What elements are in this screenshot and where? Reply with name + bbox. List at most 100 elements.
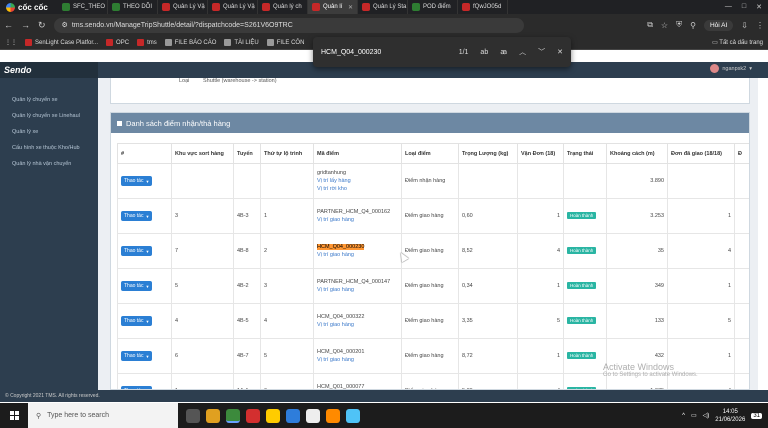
firefox-icon[interactable] [326, 408, 340, 423]
forward-icon[interactable]: → [21, 20, 30, 30]
table-header-row: # Khu vực sort hàng Tuyến Thứ tự lộ trình Mã… [117, 143, 749, 164]
notification-badge[interactable]: 31 [751, 412, 762, 419]
location-link[interactable]: Vị trí giao hàng [317, 217, 398, 223]
menu-icon[interactable]: ⋮ [756, 21, 764, 30]
start-button[interactable] [0, 403, 28, 428]
bookmark-item[interactable]: SenLight Case Platfor... [25, 39, 98, 46]
browser-tab[interactable]: Quản Lý Sta [358, 0, 408, 14]
status-cell: Hoàn thành [563, 198, 607, 234]
watermark-subtitle: Go to Settings to activate Windows. [603, 372, 698, 378]
bookmark-item[interactable]: OPC [106, 39, 129, 46]
sort-area-cell [171, 163, 234, 199]
action-dropdown-button[interactable]: Thao tác▼ [121, 316, 153, 326]
all-bookmarks-link[interactable]: ▭ Tất cả dấu trang [712, 39, 763, 46]
avatar [710, 64, 720, 73]
action-dropdown-button[interactable]: Thao tác▼ [121, 246, 153, 256]
user-menu[interactable]: nganpsk2 ▾ [710, 64, 752, 73]
volume-icon[interactable]: ◁) [703, 412, 710, 419]
browser-tab[interactable]: Quản Lý Vậ [208, 0, 258, 14]
download-icon[interactable]: ⇩ [741, 21, 748, 30]
status-badge: Hoàn thành [567, 212, 597, 219]
action-dropdown-button[interactable]: Thao tác▼ [121, 211, 153, 221]
tray-chevron-icon[interactable]: ^ [682, 413, 685, 419]
weight-cell: 3,35 [458, 303, 518, 339]
location-link[interactable]: Vị trí rời kho [317, 186, 398, 192]
action-dropdown-button[interactable]: Thao tác▼ [121, 281, 153, 291]
previous-match-icon[interactable]: ︿ [519, 47, 526, 57]
task-view-icon[interactable] [186, 408, 200, 423]
sendo-logo[interactable]: Sendo [4, 65, 32, 75]
apps-icon[interactable]: ⋮⋮ [5, 39, 17, 46]
wps-icon[interactable] [246, 408, 260, 423]
sidebar-item[interactable]: Quản lý xe [0, 124, 98, 140]
browser-tab[interactable]: Quản lí ✕ [308, 0, 358, 14]
browser-tab[interactable]: SFC_THEO D [58, 0, 108, 14]
network-icon[interactable]: ▭ [691, 412, 697, 419]
minimize-icon[interactable]: — [725, 3, 732, 11]
app-icon[interactable] [346, 408, 360, 423]
zalo-icon[interactable] [286, 408, 300, 423]
translate-icon[interactable]: ⧉ [647, 20, 653, 30]
point-code-cell: HCM_Q04_000230 Vị trí giao hàng [313, 233, 402, 269]
sidebar-item[interactable]: Cấu hình xe thuộc Kho/Hub [0, 140, 98, 156]
browser-tab[interactable]: fQwJO05d [458, 0, 508, 14]
column-header: Vận Đơn (18) [517, 143, 564, 164]
match-case-icon[interactable]: ab [480, 49, 488, 56]
tab-favicon-icon [212, 3, 220, 11]
browser-tab[interactable]: POD điểm [408, 0, 458, 14]
url-field[interactable]: ⚙ tms.sendo.vn/ManageTripShuttle/detail/… [53, 17, 524, 33]
distance-cell: 133 [606, 303, 668, 339]
action-dropdown-button[interactable]: Thao tác▼ [121, 351, 153, 361]
delivered-cell [667, 163, 735, 199]
sticky-notes-icon[interactable] [266, 408, 280, 423]
sidebar-item[interactable]: Quản lý chuyến xe [0, 92, 98, 108]
tab-favicon-icon [112, 3, 120, 11]
action-dropdown-button[interactable]: Thao tác▼ [121, 176, 153, 186]
bookmark-item[interactable]: FILE CÔN [266, 39, 304, 46]
bookmark-item[interactable]: TÀI LIỆU [224, 39, 259, 46]
location-link[interactable]: Vị trí giao hàng [317, 287, 398, 293]
location-link[interactable]: Vị trí lấy hàng [317, 178, 398, 184]
route-cell: 4B-7 [233, 338, 261, 374]
sidebar-item[interactable]: Quản lý chuyến xe Linehaul [0, 108, 98, 124]
location-link[interactable]: Vị trí giao hàng [317, 252, 398, 258]
location-link[interactable]: Vị trí giao hàng [317, 357, 398, 363]
close-tab-icon[interactable]: ✕ [348, 4, 353, 11]
chrome-icon[interactable] [306, 408, 320, 423]
clock[interactable]: 14:05 21/06/2026 [715, 408, 745, 424]
whole-word-icon[interactable]: ꜳ [500, 48, 507, 56]
bookmark-item[interactable]: tms [137, 39, 157, 46]
browser-tab[interactable]: Quản lý ch [258, 0, 308, 14]
location-link[interactable]: Vị trí giao hàng [317, 322, 398, 328]
bookmark-label: FILE BÁO CÁO [174, 39, 217, 46]
point-type-cell: Điểm giao hàng [401, 373, 459, 389]
browser-tab[interactable]: THEO DÕI [108, 0, 158, 14]
close-find-icon[interactable]: ✕ [557, 48, 563, 56]
file-explorer-icon[interactable] [206, 408, 220, 423]
site-info-icon[interactable]: ⚙ [62, 21, 68, 29]
reload-icon[interactable]: ↻ [38, 20, 46, 31]
close-window-icon[interactable]: ✕ [756, 3, 762, 11]
point-type-cell: Điểm nhận hàng [401, 163, 459, 199]
bookmark-item[interactable]: FILE BÁO CÁO [164, 39, 217, 46]
maximize-icon[interactable]: □ [742, 3, 746, 11]
bookmark-star-icon[interactable]: ☆ [661, 21, 668, 30]
point-code-cell: PARTNER_HCM_Q4_000162 Vị trí giao hàng [313, 198, 402, 234]
window-controls: — □ ✕ [725, 3, 768, 11]
orders-cell: 1 [517, 198, 564, 234]
status-cell: Hoàn thành [563, 268, 607, 304]
find-input[interactable]: HCM_Q04_000230 [321, 49, 447, 56]
point-type-cell: Điểm giao hàng [401, 233, 459, 269]
distance-cell: 3.890 [606, 163, 668, 199]
sidebar-item[interactable]: Quản lý nhà vận chuyển [0, 156, 98, 172]
all-bookmarks-label: Tất cả dấu trang [719, 40, 763, 46]
coccoc-icon[interactable] [226, 408, 240, 423]
extensions-icon[interactable]: ⚲ [690, 21, 696, 30]
table-row: Thao tác ▼ 4 4B-5 4 HCM_Q04_000322 Vị trí giao… [117, 303, 749, 339]
shield-icon[interactable]: ⛨ [676, 20, 682, 30]
back-icon[interactable]: ← [4, 20, 13, 30]
taskbar-search[interactable]: ⚲ Type here to search [28, 403, 178, 428]
browser-tab[interactable]: Quản Lý Vậ [158, 0, 208, 14]
next-match-icon[interactable]: ﹀ [538, 47, 545, 57]
ask-ai-button[interactable]: Hỏi AI [703, 19, 734, 31]
